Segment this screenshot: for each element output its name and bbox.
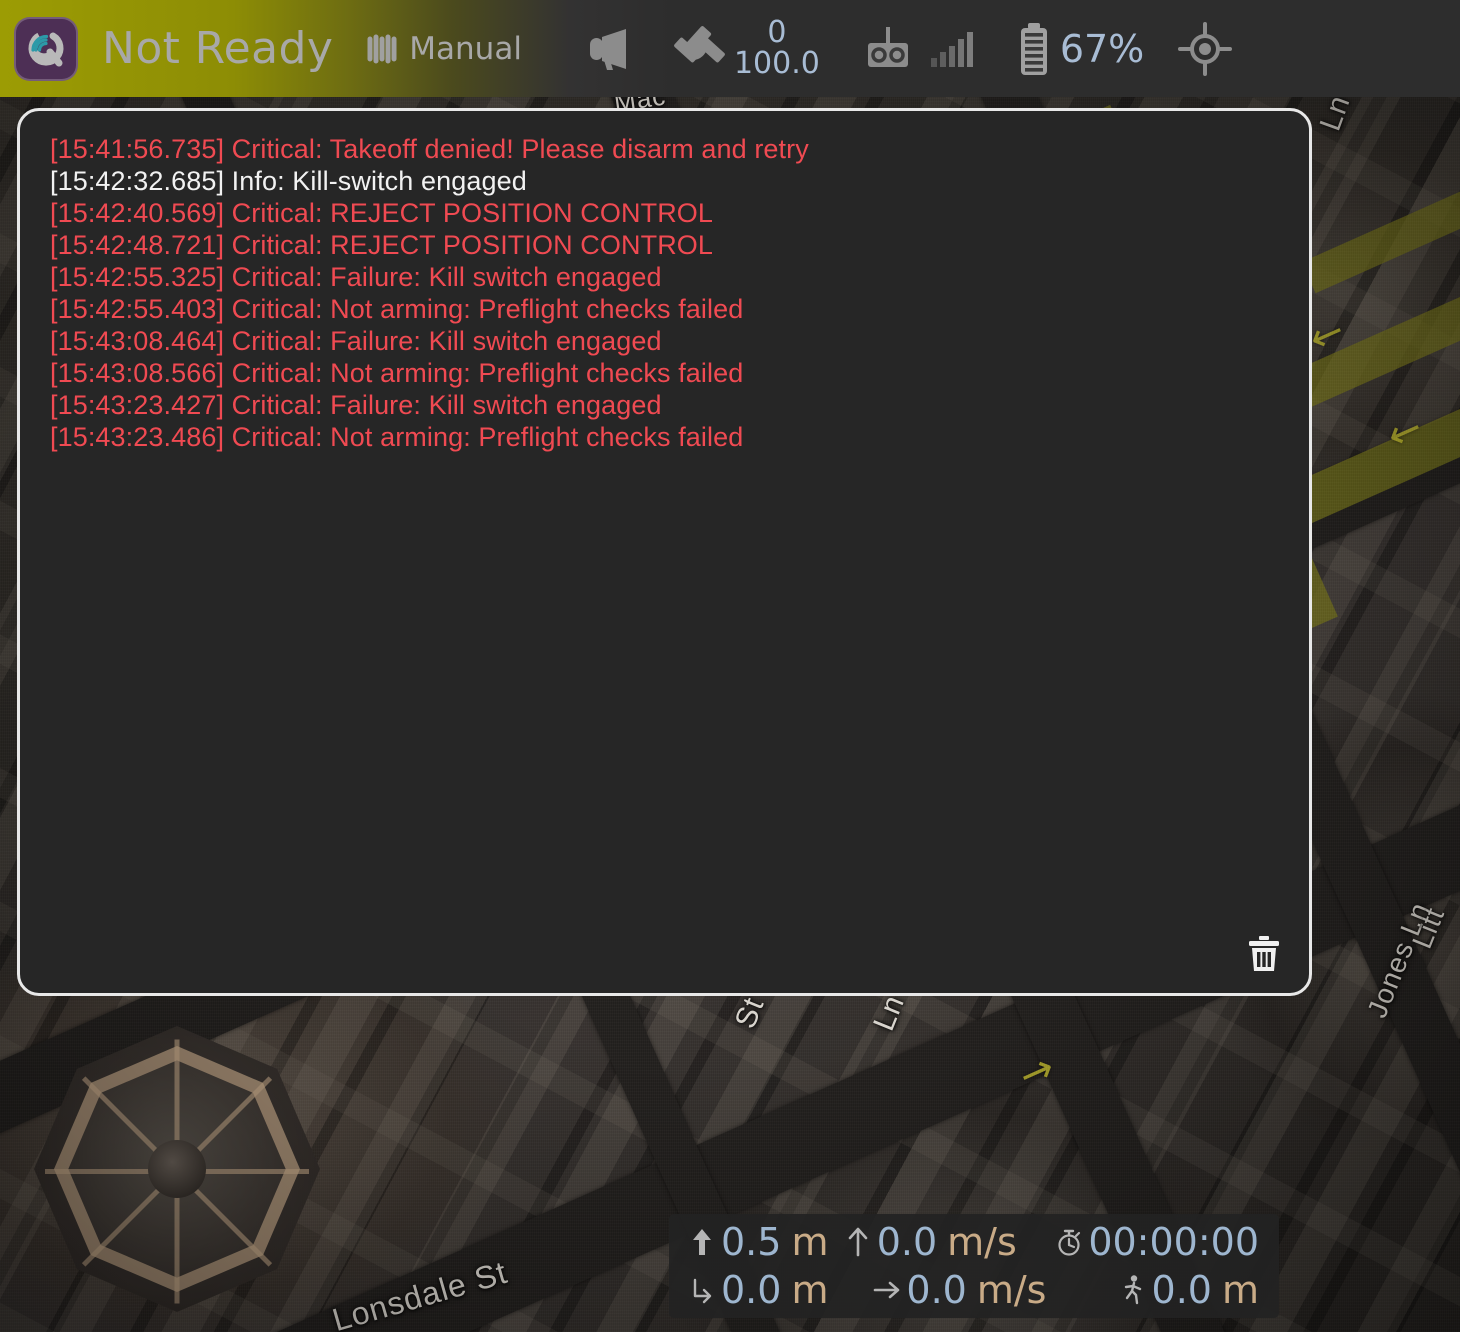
telemetry-ground-speed[interactable]: 0.0 m/s [872, 1268, 1081, 1312]
altitude-relative-unit: m [791, 1268, 829, 1312]
flight-mode-label: Manual [409, 30, 522, 67]
altitude-msl-unit: m [791, 1220, 829, 1264]
logo-glyph-icon [28, 32, 64, 66]
rc-indicator[interactable] [862, 25, 974, 73]
altitude-msl-value: 0.5 [721, 1220, 782, 1264]
battery-percent: 67% [1059, 26, 1145, 71]
waveform-icon [365, 33, 399, 65]
log-message-row: [15:43:08.464] Critical: Failure: Kill s… [50, 326, 662, 356]
telemetry-value-panel[interactable]: 0.5 m 0.0 m/s 00:00:00 0.0 m 0.0 m/s 0.0… [669, 1214, 1279, 1318]
signal-bars-icon [928, 29, 974, 69]
trash-icon [1249, 936, 1279, 971]
crosshair-target-icon [1178, 21, 1233, 76]
gps-hdop: 100.0 [733, 45, 820, 81]
log-message-row: [15:42:40.569] Critical: REJECT POSITION… [50, 198, 714, 228]
telemetry-climb-rate[interactable]: 0.0 m/s [843, 1220, 1019, 1264]
qgroundcontrol-logo-icon[interactable] [14, 16, 78, 81]
ground-speed-unit: m/s [976, 1268, 1047, 1312]
log-message-row: [15:41:56.735] Critical: Takeoff denied!… [50, 134, 809, 164]
satellite-icon [672, 22, 728, 76]
messages-indicator[interactable] [582, 27, 636, 71]
log-message-row: [15:42:55.403] Critical: Not arming: Pre… [50, 294, 744, 324]
climb-rate-value: 0.0 [876, 1220, 938, 1264]
telemetry-row-1: 0.5 m 0.0 m/s 00:00:00 [687, 1218, 1259, 1266]
log-message-row: [15:42:55.325] Critical: Failure: Kill s… [50, 262, 662, 292]
message-list: [15:41:56.735] Critical: Takeoff denied!… [50, 133, 1285, 453]
telemetry-distance-to-home[interactable]: 0.0 m [1118, 1268, 1259, 1312]
log-message-row: [15:42:48.721] Critical: REJECT POSITION… [50, 230, 714, 260]
vehicle-status-text[interactable]: Not Ready [102, 23, 333, 74]
megaphone-icon [582, 27, 636, 71]
flight-time-value: 00:00:00 [1088, 1220, 1259, 1264]
gps-indicator[interactable]: 0 100.0 [672, 14, 820, 81]
remote-controller-icon [862, 25, 914, 73]
qgroundcontrol-window: ← ← → Mac Ln St Ln Jones Ln Litt Lonsdal… [0, 0, 1460, 1332]
walking-person-icon [1118, 1274, 1148, 1306]
telemetry-row-2: 0.0 m 0.0 m/s 0.0 m [687, 1266, 1259, 1314]
vehicle-messages-panel[interactable]: [15:41:56.735] Critical: Takeoff denied!… [17, 108, 1312, 996]
log-message-row: [15:43:08.566] Critical: Not arming: Pre… [50, 358, 744, 388]
altitude-arrow-icon [687, 1227, 717, 1257]
clear-messages-button[interactable] [1241, 931, 1287, 977]
main-toolbar: Not Ready Manual 0 100.0 67% [0, 0, 1460, 97]
gps-values: 0 100.0 [733, 14, 820, 81]
ground-speed-arrow-icon [872, 1276, 902, 1304]
gps-sat-count: 0 [767, 14, 787, 50]
telemetry-altitude-msl[interactable]: 0.5 m [687, 1220, 843, 1264]
climb-rate-arrow-icon [843, 1226, 873, 1258]
gps-lock-indicator[interactable] [1178, 21, 1233, 76]
climb-rate-unit: m/s [947, 1220, 1017, 1264]
log-message-row: [15:43:23.486] Critical: Not arming: Pre… [50, 422, 744, 452]
log-message-row: [15:42:32.685] Info: Kill-switch engaged [50, 166, 527, 196]
log-message-row: [15:43:23.427] Critical: Failure: Kill s… [50, 390, 662, 420]
telemetry-flight-time[interactable]: 00:00:00 [1054, 1220, 1259, 1264]
altitude-relative-icon [687, 1275, 717, 1305]
battery-indicator[interactable]: 67% [1016, 21, 1144, 77]
battery-icon [1016, 21, 1052, 77]
distance-to-home-value: 0.0 [1151, 1268, 1212, 1312]
stopwatch-icon [1054, 1227, 1084, 1257]
distance-to-home-unit: m [1221, 1268, 1259, 1312]
flight-mode-selector[interactable]: Manual [365, 31, 522, 67]
ground-speed-value: 0.0 [906, 1268, 967, 1312]
telemetry-altitude-relative[interactable]: 0.0 m [687, 1268, 872, 1312]
altitude-relative-value: 0.0 [721, 1268, 782, 1312]
